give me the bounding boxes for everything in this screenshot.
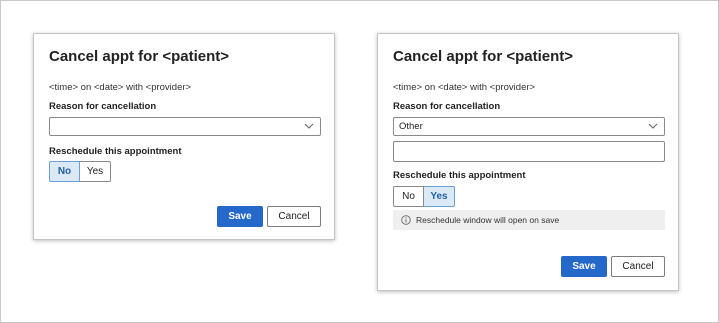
save-button[interactable]: Save [561,256,607,277]
chevron-down-icon [648,123,658,129]
reschedule-toggle: No Yes [49,161,111,182]
reschedule-label: Reschedule this appointment [49,146,182,157]
reason-select-value: Other [399,121,423,132]
reason-label: Reason for cancellation [393,101,501,112]
info-icon [401,215,411,225]
reschedule-label: Reschedule this appointment [393,170,526,181]
other-reason-input[interactable] [393,141,665,162]
dialog-title: Cancel appt for <patient> [393,48,574,65]
info-banner: Reschedule window will open on save [393,210,665,230]
reschedule-option-yes[interactable]: Yes [424,186,455,207]
reason-select[interactable]: Other [393,117,665,136]
reschedule-option-no[interactable]: No [393,186,424,207]
appointment-details: <time> on <date> with <provider> [393,82,536,93]
cancel-button[interactable]: Cancel [267,206,321,227]
reason-label: Reason for cancellation [49,101,157,112]
reason-select[interactable] [49,117,321,136]
dialog-title: Cancel appt for <patient> [49,48,230,65]
reschedule-option-yes[interactable]: Yes [80,161,111,182]
chevron-down-icon [304,123,314,129]
cancel-appointment-dialog: Cancel appt for <patient> <time> on <dat… [33,33,335,240]
appointment-details: <time> on <date> with <provider> [49,82,192,93]
cancel-appointment-dialog: Cancel appt for <patient> <time> on <dat… [377,33,679,291]
reschedule-toggle: No Yes [393,186,455,207]
cancel-button[interactable]: Cancel [611,256,665,277]
reschedule-option-no[interactable]: No [49,161,80,182]
info-banner-text: Reschedule window will open on save [416,215,560,225]
save-button[interactable]: Save [217,206,263,227]
